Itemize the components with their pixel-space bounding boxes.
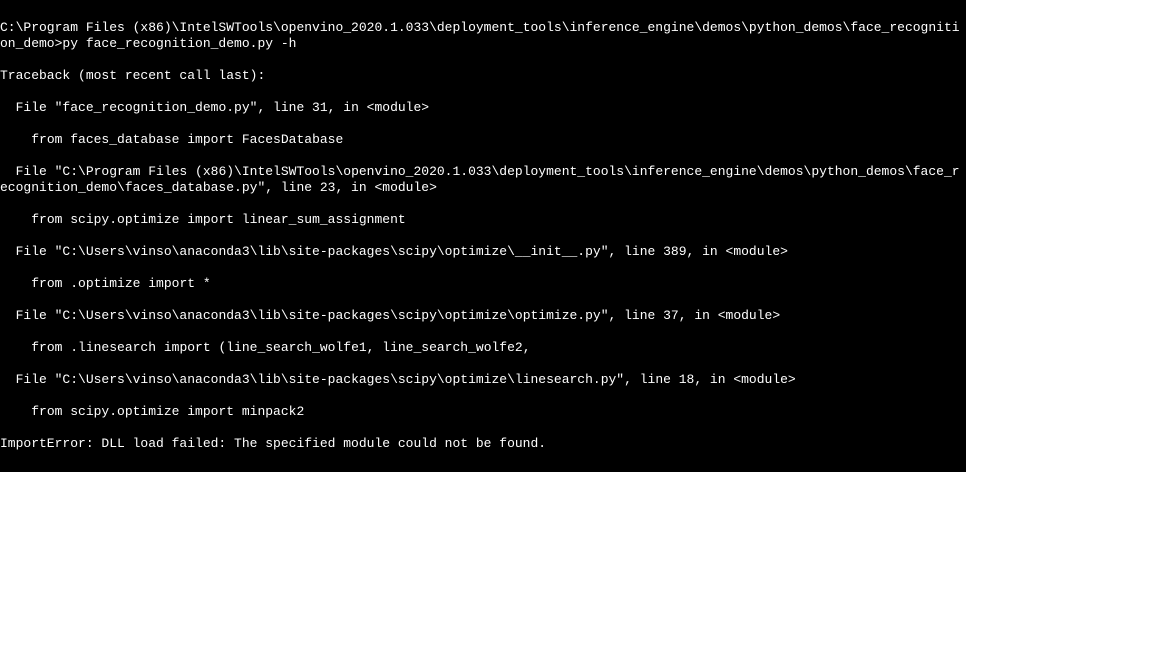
terminal-line: from scipy.optimize import minpack2 (0, 404, 966, 420)
terminal-line: File "face_recognition_demo.py", line 31… (0, 100, 966, 116)
terminal-line: ImportError: DLL load failed: The specif… (0, 436, 966, 452)
terminal-line: File "C:\Users\vinso\anaconda3\lib\site-… (0, 372, 966, 388)
terminal-line: C:\Program Files (x86)\IntelSWTools\open… (0, 20, 966, 52)
terminal-line: from faces_database import FacesDatabase (0, 132, 966, 148)
stray-dot: . (741, 380, 749, 396)
terminal-line: from .optimize import * (0, 276, 966, 292)
terminal-line: from scipy.optimize import linear_sum_as… (0, 212, 966, 228)
terminal-line: from .linesearch import (line_search_wol… (0, 340, 966, 356)
terminal-line: File "C:\Users\vinso\anaconda3\lib\site-… (0, 244, 966, 260)
terminal-output[interactable]: C:\Program Files (x86)\IntelSWTools\open… (0, 0, 966, 472)
terminal-line: File "C:\Program Files (x86)\IntelSWTool… (0, 164, 966, 196)
terminal-line: File "C:\Users\vinso\anaconda3\lib\site-… (0, 308, 966, 324)
terminal-line: Traceback (most recent call last): (0, 68, 966, 84)
